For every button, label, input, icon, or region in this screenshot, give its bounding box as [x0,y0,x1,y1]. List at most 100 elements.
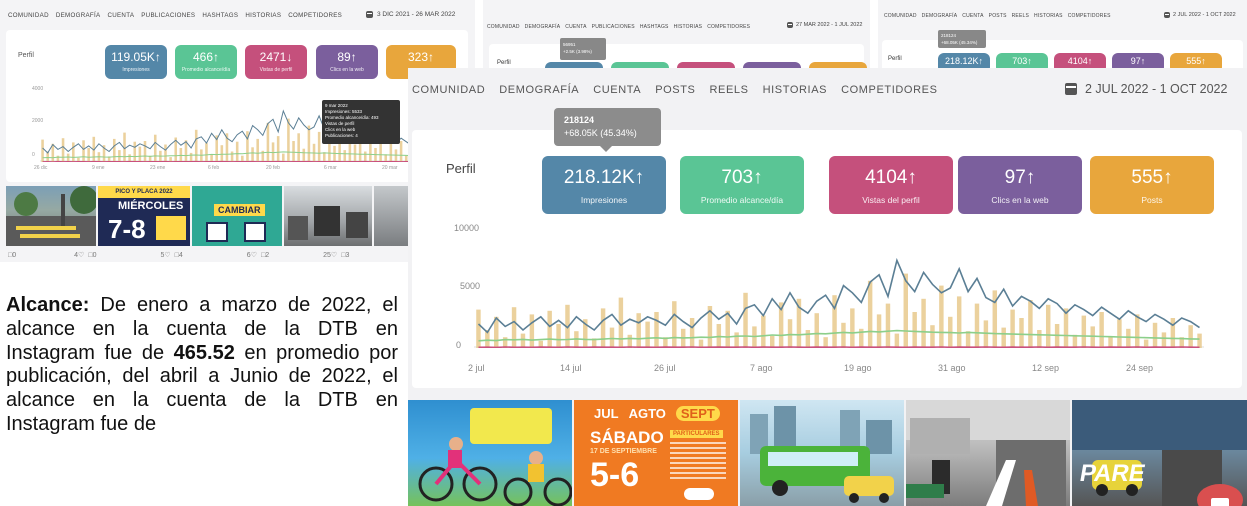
post-thumbnail[interactable] [906,400,1070,506]
nav-posts[interactable]: POSTS [655,84,695,96]
nav-historias[interactable]: HISTORIAS [1034,13,1063,19]
x-tick: 9 ene [92,165,105,171]
nav-competidores[interactable]: COMPETIDORES [841,84,937,96]
kpi-profile-views[interactable]: 4104↑ Vistas del perfil [829,156,953,214]
nav-comunidad[interactable]: COMUNIDAD [884,13,917,19]
date-range-picker[interactable]: 3 DIC 2021 - 26 MAR 2022 [366,11,455,18]
dashboard-panel-q2: COMUNIDAD DEMOGRAFÍA CUENTA PUBLICACIONE… [483,0,870,68]
kpi-value: 703↑ [1012,56,1032,66]
heart-icon: ♡ [164,252,171,259]
nav-historias[interactable]: HISTORIAS [674,24,703,30]
post-thumbnail[interactable] [740,400,904,506]
nav-posts[interactable]: POSTS [989,13,1007,19]
chart-bar [292,141,295,162]
nav-historias[interactable]: HISTORIAS [763,84,828,96]
chart-bar [1090,326,1095,348]
calendar-icon [787,22,793,28]
profile-heading: Perfil [888,56,902,62]
chart-bar [266,122,270,162]
thumb-subtitle: 17 DE SEPTIEMBRE [590,448,657,455]
post-thumbnail[interactable] [6,186,96,246]
date-range-picker[interactable]: 2 JUL 2022 - 1 OCT 2022 [1164,12,1236,18]
date-range-text: 3 DIC 2021 - 26 MAR 2022 [377,11,456,18]
chart-bar [302,148,306,162]
nav-demografia[interactable]: DEMOGRAFÍA [499,84,579,96]
post-stats: □ 0 4 ♡ □ 0 5 ♡ □ 4 6 ♡ □ 2 25 ♡ □ 3 [8,251,349,260]
calendar-icon [1065,83,1077,95]
kpi-label: Clics en la web [991,195,1049,205]
x-tick: 2 jul [468,363,485,373]
chart-bar [384,154,388,162]
chart-bar [636,313,641,348]
nav-reels[interactable]: REELS [1012,13,1029,19]
nav-demografia[interactable]: DEMOGRAFÍA [56,12,101,19]
post-thumbnail[interactable]: CAMBIAR [192,186,282,246]
date-range-picker[interactable]: 2 JUL 2022 - 1 OCT 2022 [1065,82,1227,96]
calendar-icon [366,11,373,18]
kpi-value: 555↑ [1186,56,1206,66]
chart-bar [230,151,234,162]
nav-publicaciones[interactable]: PUBLICACIONES [141,12,195,19]
chart-bar [66,153,70,162]
nav-hashtags[interactable]: HASHTAGS [640,24,669,30]
nav-reels[interactable]: REELS [710,84,749,96]
post-thumbnail[interactable] [408,400,572,506]
kpi-profile-views[interactable]: 4104↑ [1054,53,1106,68]
dashboard-panel-main: COMUNIDAD DEMOGRAFÍA CUENTA POSTS REELS … [408,68,1247,506]
post-thumbnail[interactable]: JUL AGTO SEPT SÁBADO 17 DE SEPTIEMBRE 5-… [574,400,738,506]
nav-publicaciones[interactable]: PUBLICACIONES [592,24,635,30]
chart-bar [1197,333,1202,348]
chart-bar [912,312,917,348]
post-thumbnail[interactable] [284,186,372,246]
chart-bar [805,330,811,348]
kpi-reach[interactable]: 703↑ [996,53,1048,68]
nav-comunidad[interactable]: COMUNIDAD [8,12,49,19]
date-range-text: 2 JUL 2022 - 1 OCT 2022 [1085,82,1228,96]
date-range-picker[interactable]: 27 MAR 2022 - 1 JUL 2022 [787,22,862,28]
nav-cuenta[interactable]: CUENTA [107,12,134,19]
chart-bar [363,151,367,162]
chart-bar [787,319,793,348]
x-tick: 19 ago [844,363,872,373]
month-label: AGTO [628,406,666,421]
nav-demografia[interactable]: DEMOGRAFÍA [922,13,958,19]
chart-bar [965,331,971,348]
kpi-reach[interactable]: 703↑ Promedio alcance/día [680,156,804,214]
chart-bar [389,143,393,162]
nav-competidores[interactable]: COMPETIDORES [288,12,342,19]
nav-cuenta[interactable]: CUENTA [593,84,641,96]
x-tick: 6 feb [208,165,220,171]
chart-bar [520,333,526,348]
chart-bar [867,280,873,348]
kpi-reach[interactable]: 466↑ Promedio alcance/día [175,45,237,79]
nav-cuenta[interactable]: CUENTA [565,24,586,30]
chart-bar [164,144,167,162]
kpi-profile-views[interactable]: 2471↓ Vistas de perfil [245,45,307,79]
nav-cuenta[interactable]: CUENTA [962,13,983,19]
chart-bar [297,133,300,162]
nav-demografia[interactable]: DEMOGRAFÍA [525,24,561,30]
kpi-posts[interactable]: 555↑ Posts [1090,156,1214,214]
y-tick: 0 [32,152,35,158]
chart-bar [1161,332,1167,348]
nav-competidores[interactable]: COMPETIDORES [1068,13,1111,19]
kpi-value: 218.12K↑ [563,167,645,188]
kpi-posts[interactable]: 555↑ [1170,53,1222,68]
kpi-impressions[interactable]: 218.12K↑ [938,53,990,68]
post-thumbnail[interactable] [374,186,408,246]
kpi-impressions[interactable]: 218.12K↑ Impresiones [542,156,666,214]
tooltip-delta: +68.05K (45.34%) [941,40,978,45]
kpi-label: Promedio alcance/día [181,67,231,73]
kpi-web-clicks[interactable]: 97↑ Clics en la web [958,156,1082,214]
nav-historias[interactable]: HISTORIAS [245,12,281,19]
post-thumbnail[interactable]: PICO Y PLACA 2022 MIÉRCOLES 7-8 [98,186,190,246]
kpi-impressions[interactable]: 119.05K↑ Impresiones [105,45,167,79]
nav-comunidad[interactable]: COMUNIDAD [487,24,520,30]
nav-competidores[interactable]: COMPETIDORES [707,24,750,30]
kpi-web-clicks[interactable]: 89↑ Clics en la web [316,45,378,79]
chart-bar [1117,319,1122,348]
kpi-web-clicks[interactable]: 97↑ [1112,53,1164,68]
nav-hashtags[interactable]: HASHTAGS [202,12,238,19]
chart-bar [333,145,336,162]
nav-comunidad[interactable]: COMUNIDAD [412,84,485,96]
